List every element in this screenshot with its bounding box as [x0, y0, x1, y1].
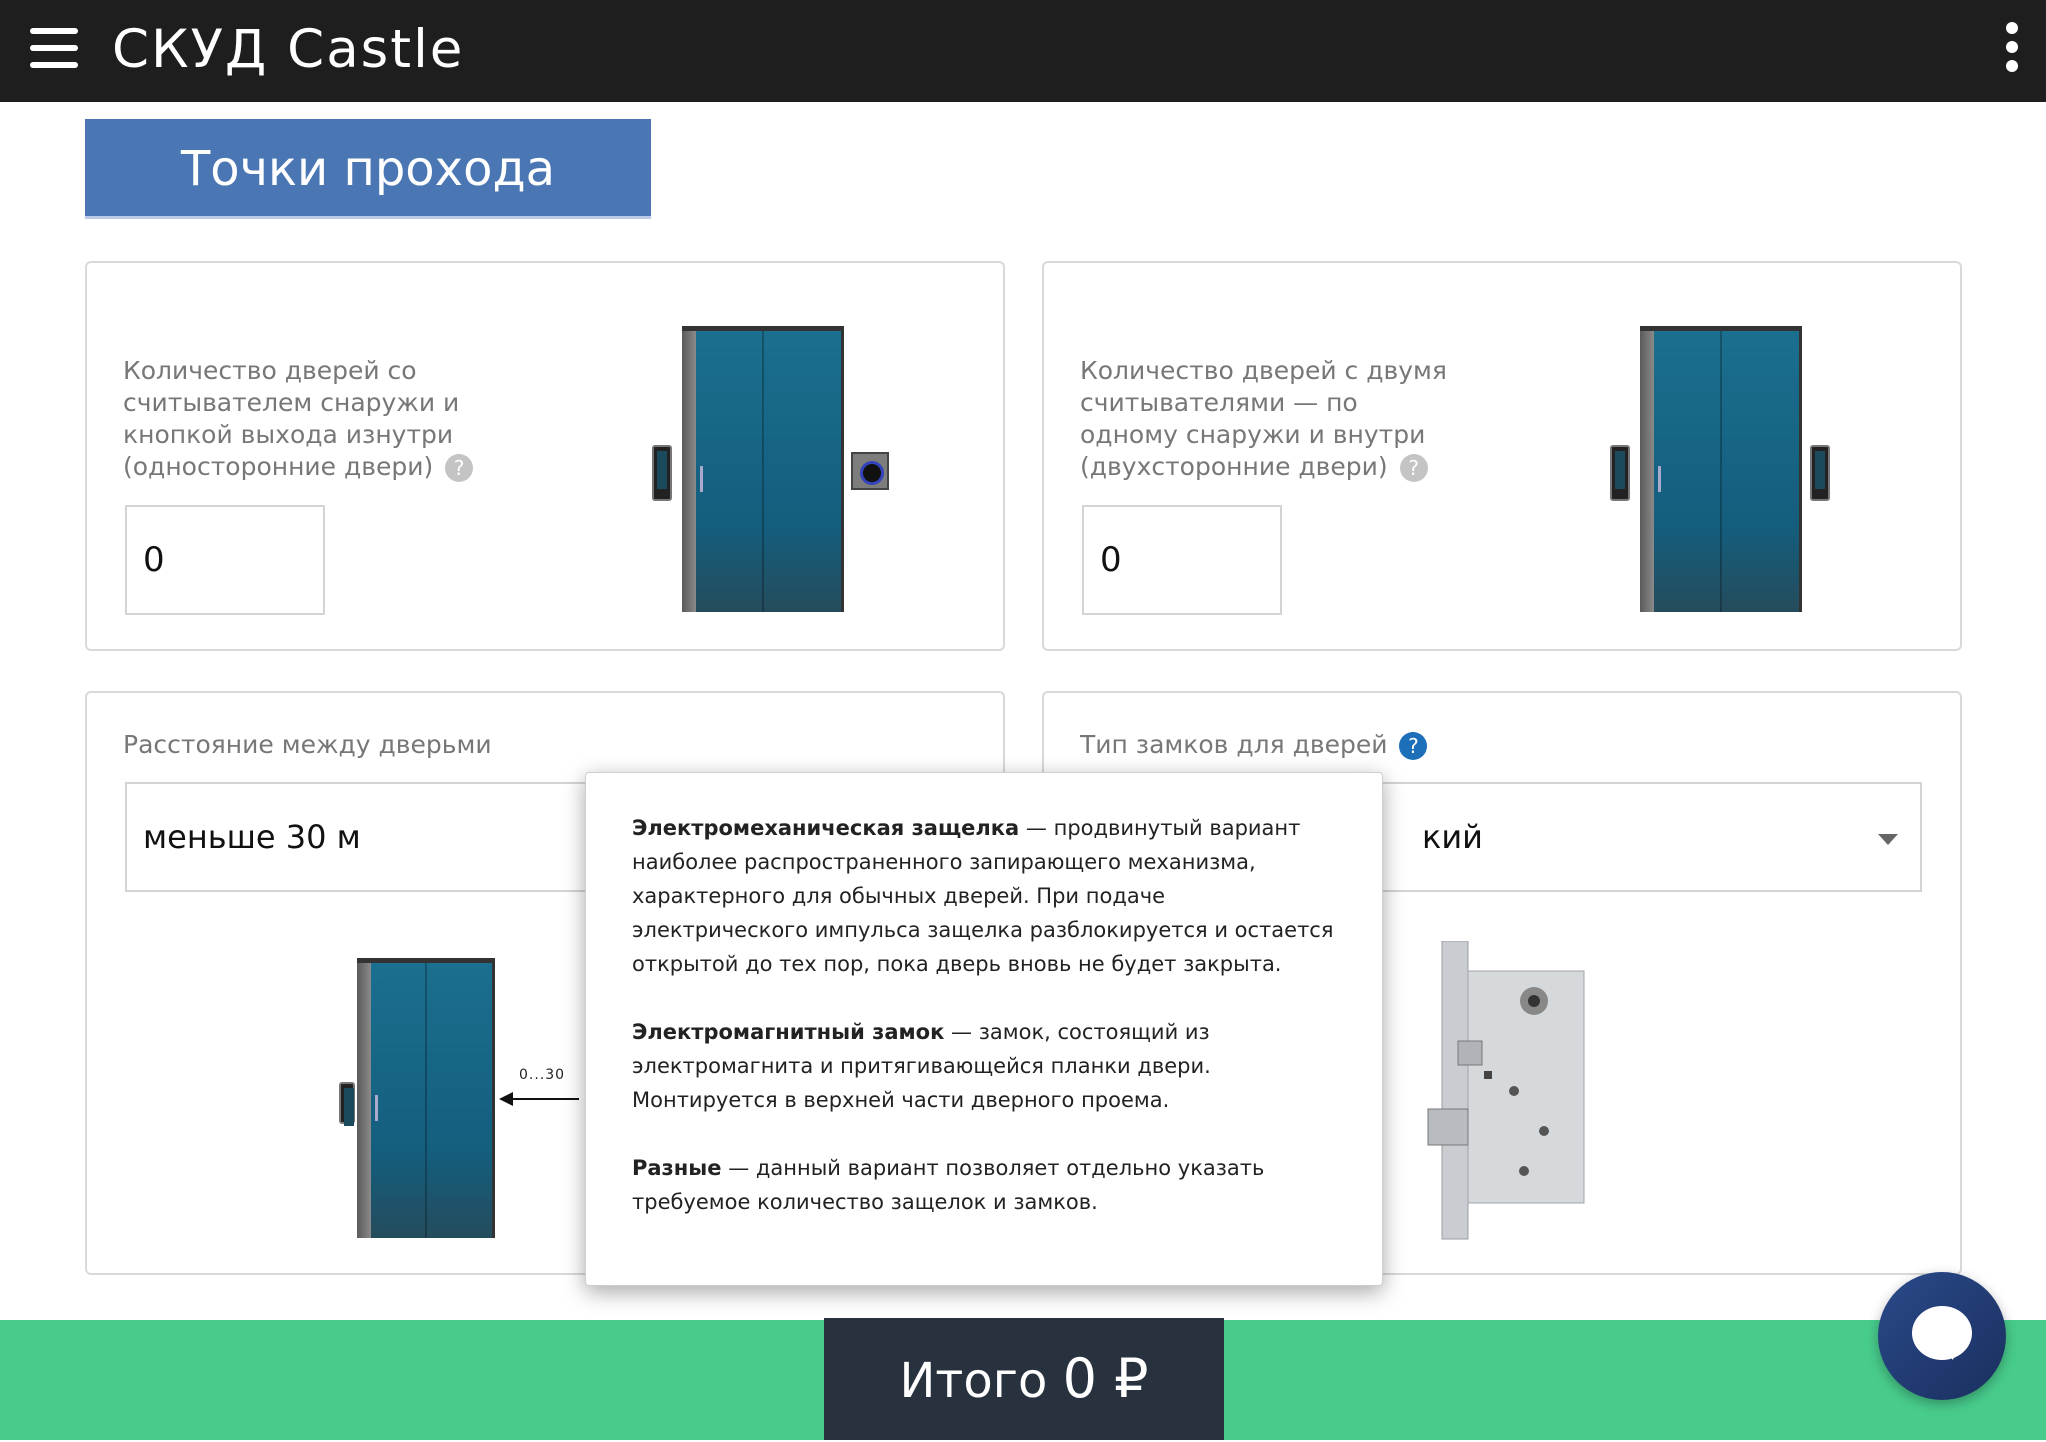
help-icon[interactable]: ? [1399, 732, 1428, 760]
one-sided-doors-input[interactable]: 0 [125, 505, 325, 615]
one-sided-doors-label-text: Количество дверей со считывателем снаруж… [123, 356, 460, 481]
door-image [1640, 326, 1802, 612]
tooltip-term-mixed: Разные [632, 1156, 722, 1180]
lock-type-label-text: Тип замков для дверей [1080, 730, 1388, 759]
chat-button[interactable] [1878, 1272, 2006, 1400]
tooltip-text-latch: — продвинутый вариант наиболее распростр… [632, 816, 1334, 976]
help-icon[interactable]: ? [445, 454, 474, 482]
one-sided-doors-label: Количество дверей со считывателем снаруж… [123, 355, 483, 483]
card-reader-inside-image [1810, 445, 1830, 501]
two-sided-doors-input[interactable]: 0 [1082, 505, 1282, 615]
more-options-icon[interactable] [2006, 22, 2020, 74]
total-amount: 0 ₽ [1062, 1347, 1149, 1410]
total-button[interactable]: Итого 0 ₽ [824, 1318, 1224, 1440]
card-two-sided-doors: Количество дверей с двумя считывателями … [1042, 261, 1962, 651]
exit-button-image [851, 452, 889, 490]
card-reader-outside-image [1610, 445, 1630, 501]
card-reader-image [652, 445, 672, 501]
tooltip-paragraph-mixed: Разные — данный вариант позволяет отдель… [632, 1151, 1336, 1219]
distance-select-value: меньше 30 м [143, 818, 361, 856]
distance-label: Расстояние между дверьми [123, 730, 492, 759]
lock-type-help-tooltip: Электромеханическая защелка — продвинуты… [585, 772, 1383, 1286]
app-bar: СКУД Castle [0, 0, 2046, 102]
door-image [682, 326, 844, 612]
two-sided-doors-label: Количество дверей с двумя считывателями … [1080, 355, 1460, 483]
two-sided-doors-label-text: Количество дверей с двумя считывателями … [1080, 356, 1447, 481]
app-title: СКУД Castle [112, 19, 465, 80]
door-image [357, 958, 495, 1238]
tooltip-text-mixed: — данный вариант позволяет отдельно указ… [632, 1156, 1265, 1214]
lock-type-select-value: кий [1422, 818, 1483, 856]
tooltip-term-magnet: Электромагнитный замок [632, 1020, 945, 1044]
hamburger-menu-icon[interactable] [30, 28, 78, 68]
tooltip-paragraph-latch: Электромеханическая защелка — продвинуты… [632, 811, 1336, 981]
card-one-sided-doors: Количество дверей со считывателем снаруж… [85, 261, 1005, 651]
tooltip-term-latch: Электромеханическая защелка [632, 816, 1020, 840]
section-title-tab: Точки прохода (двери) [85, 119, 651, 297]
card-reader-image [339, 1082, 355, 1126]
distance-range-label: 0...30 [519, 1067, 566, 1083]
help-icon[interactable]: ? [1399, 454, 1428, 482]
total-label: Итого [899, 1353, 1048, 1409]
tooltip-paragraph-magnet: Электромагнитный замок — замок, состоящи… [632, 1015, 1336, 1117]
chat-icon-tail [1952, 1346, 1966, 1360]
lock-type-label: Тип замков для дверей ? [1080, 729, 1428, 761]
chevron-down-icon [1878, 834, 1898, 845]
distance-arrow-icon [499, 1092, 579, 1106]
mortise-lock-image [1427, 941, 1585, 1240]
